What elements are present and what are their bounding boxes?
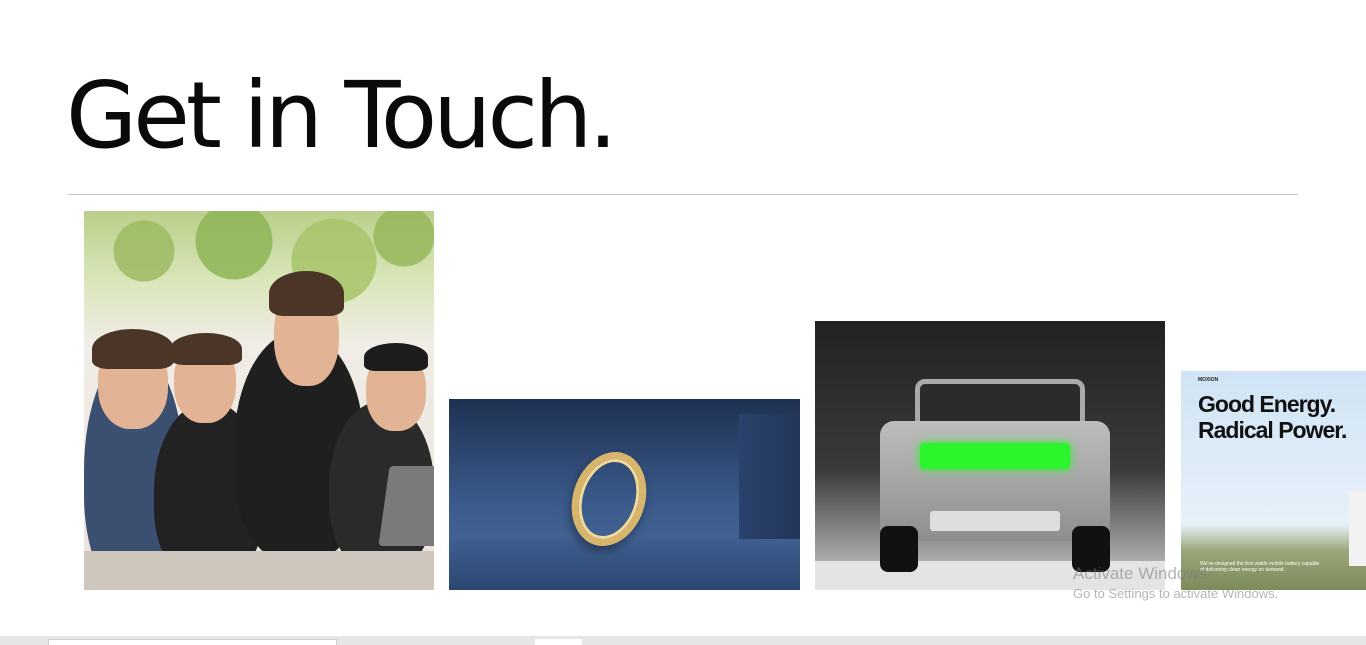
activate-windows-watermark: Activate Windows Go to Settings to activ… <box>1073 563 1278 603</box>
scrollbar-thumb[interactable] <box>48 639 337 645</box>
smart-ring-card[interactable] <box>449 399 800 590</box>
person-right-beanie <box>364 343 428 371</box>
table <box>84 551 434 590</box>
energy-ad-card[interactable]: MOXION Good Energy. Radical Power. We've… <box>1181 371 1366 590</box>
page-title: Get in Touch. <box>66 62 618 169</box>
ad-headline: Good Energy. Radical Power. <box>1198 391 1347 443</box>
team-photo-card[interactable] <box>84 211 434 590</box>
pedestal <box>449 539 800 590</box>
watermark-subtitle: Go to Settings to activate Windows. <box>1073 586 1279 601</box>
divider <box>68 194 1298 195</box>
ad-brand: MOXION <box>1198 377 1219 383</box>
truck-bumper <box>930 511 1060 531</box>
person-second-hair <box>170 333 242 365</box>
person-third-hair <box>269 271 344 316</box>
ad-headline-line2: Radical Power. <box>1198 417 1347 443</box>
horizontal-scrollbar[interactable] <box>0 636 1366 645</box>
truck-wheel-left <box>880 526 918 572</box>
foliage-background <box>84 211 434 331</box>
electric-truck-card[interactable] <box>815 321 1165 590</box>
battery-unit <box>1349 491 1366 566</box>
watermark-title: Activate Windows <box>1073 564 1208 583</box>
person-left-hair <box>92 329 174 369</box>
ad-headline-line1: Good Energy. <box>1198 391 1336 417</box>
scrollbar-track-marker <box>535 639 582 645</box>
truck-light-bar <box>920 443 1070 469</box>
